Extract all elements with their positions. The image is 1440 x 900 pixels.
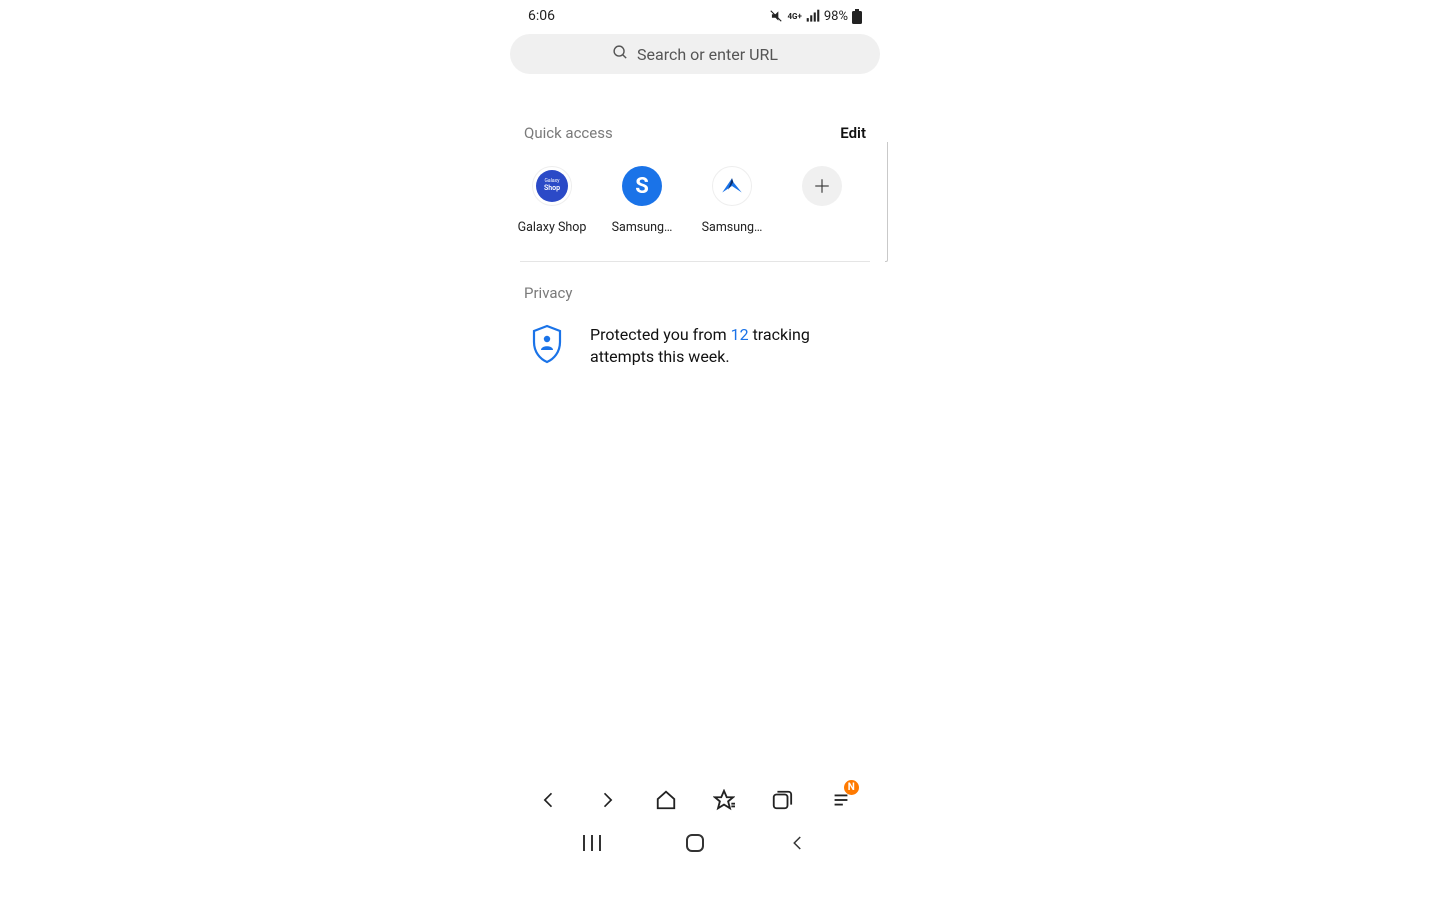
- galaxy-shop-icon: GalaxyShop: [532, 166, 572, 206]
- edit-button[interactable]: Edit: [840, 124, 866, 142]
- sys-home-button[interactable]: [665, 828, 725, 858]
- samsung-members-icon: [712, 166, 752, 206]
- search-icon: [612, 44, 629, 65]
- forward-button[interactable]: [585, 778, 629, 822]
- menu-button[interactable]: N: [819, 778, 863, 822]
- quick-access-grid: GalaxyShop Galaxy Shop S Samsung… Samsun…: [510, 142, 880, 261]
- sys-back-button[interactable]: [768, 828, 828, 858]
- recents-button[interactable]: [562, 828, 622, 858]
- qa-label: Samsung…: [612, 220, 673, 235]
- back-button[interactable]: [527, 778, 571, 822]
- home-button[interactable]: [644, 778, 688, 822]
- mute-icon: [769, 9, 783, 23]
- phone-frame: 6:06 4G+ 98% Search or enter URL Quick a…: [510, 0, 880, 870]
- privacy-count: 12: [731, 325, 749, 344]
- status-bar: 6:06 4G+ 98%: [510, 0, 880, 28]
- browser-nav: N: [510, 778, 880, 822]
- status-right: 4G+ 98%: [769, 9, 862, 24]
- battery-percent: 98%: [824, 9, 848, 24]
- qa-add-button[interactable]: [794, 166, 850, 235]
- scroll-indicator: [885, 142, 888, 262]
- qa-item-samsung-members[interactable]: Samsung…: [704, 166, 760, 235]
- shield-icon: [530, 324, 564, 364]
- privacy-before: Protected you from: [590, 325, 731, 344]
- status-time: 6:06: [528, 8, 555, 24]
- privacy-row[interactable]: Protected you from 12 tracking attempts …: [510, 302, 880, 367]
- quick-access-title: Quick access: [524, 124, 613, 142]
- url-placeholder: Search or enter URL: [637, 45, 778, 64]
- bookmarks-button[interactable]: [702, 778, 746, 822]
- signal-icon: [806, 9, 820, 23]
- qa-item-galaxy-shop[interactable]: GalaxyShop Galaxy Shop: [524, 166, 580, 235]
- system-nav: [510, 820, 880, 866]
- qa-label: Samsung…: [702, 220, 763, 235]
- quick-access-header: Quick access Edit: [510, 124, 880, 142]
- privacy-title: Privacy: [510, 262, 880, 302]
- samsung-s-icon: S: [622, 166, 662, 206]
- tabs-button[interactable]: [760, 778, 804, 822]
- url-bar[interactable]: Search or enter URL: [510, 34, 880, 74]
- qa-label: Galaxy Shop: [518, 220, 587, 235]
- network-type-icon: 4G+: [787, 12, 801, 21]
- battery-icon: [852, 9, 862, 24]
- plus-icon: [802, 166, 842, 206]
- privacy-text: Protected you from 12 tracking attempts …: [590, 324, 860, 367]
- menu-badge: N: [844, 780, 859, 795]
- qa-item-samsung-s[interactable]: S Samsung…: [614, 166, 670, 235]
